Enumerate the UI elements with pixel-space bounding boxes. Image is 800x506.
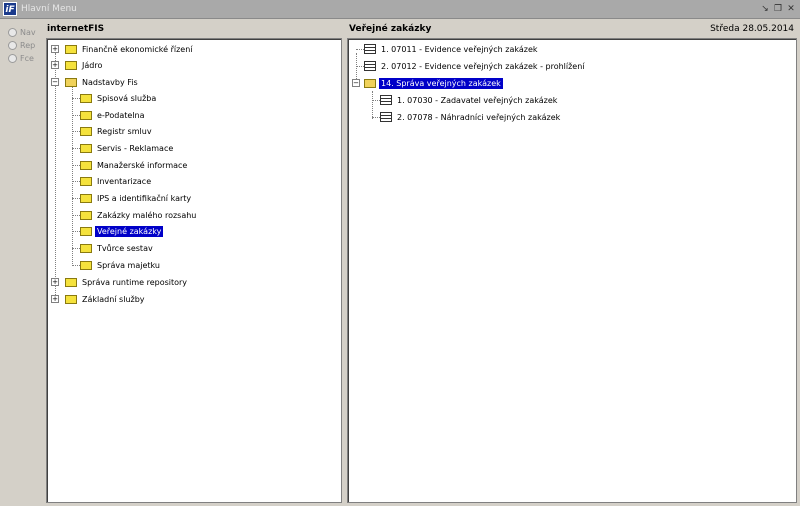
folder-icon [80,193,92,203]
tree-node[interactable]: Tvůrce sestav [80,241,155,255]
menu-item[interactable]: 2. 07078 - Náhradníci veřejných zakázek [380,110,562,124]
tree-node[interactable]: e-Podatelna [80,108,146,122]
folder-icon [80,93,92,103]
collapse-icon[interactable]: − [51,78,59,86]
tree-node[interactable]: Servis - Reklamace [80,141,175,155]
tree-node[interactable]: Jádro [65,58,104,72]
menu-item[interactable]: 1. 07030 - Zadavatel veřejných zakázek [380,93,559,107]
left-panel-title: internetFIS [47,24,105,34]
folder-icon [80,243,92,253]
folder-icon [80,176,92,186]
radio-nav[interactable]: Nav [8,26,36,39]
title-bar: iF Hlavní Menu ↘ ❐ ✕ [0,0,800,19]
expand-icon[interactable]: + [51,278,59,286]
folder-icon [65,294,77,304]
menu-item[interactable]: 2. 07012 - Evidence veřejných zakázek - … [364,59,587,73]
tree-node[interactable]: Spisová služba [80,91,158,105]
radio-fce[interactable]: Fce [8,52,36,65]
expand-icon[interactable]: + [51,295,59,303]
folder-icon [80,126,92,136]
tree-node[interactable]: Základní služby [65,292,147,306]
right-panel-title: Veřejné zakázky [349,24,432,34]
tree-node[interactable]: Správa majetku [80,258,162,272]
radio-circle-icon [8,54,17,63]
folder-icon [80,260,92,270]
menu-item[interactable]: 1. 07011 - Evidence veřejných zakázek [364,42,540,56]
app-logo-icon: iF [3,2,17,16]
window-title: Hlavní Menu [21,4,77,14]
folder-icon [80,143,92,153]
form-icon [380,95,392,105]
radio-rep[interactable]: Rep [8,39,36,52]
folder-icon [65,44,77,54]
folder-icon [80,160,92,170]
left-tree-pane[interactable]: + Finančně ekonomické řízení + Jádro − N… [46,38,342,503]
right-tree-pane[interactable]: 1. 07011 - Evidence veřejných zakázek 2.… [347,38,797,503]
folder-open-icon [65,77,77,87]
folder-icon [80,210,92,220]
view-mode-radios: Nav Rep Fce [8,26,36,65]
radio-circle-icon [8,28,17,37]
folder-icon [65,60,77,70]
radio-circle-icon [8,41,17,50]
menu-folder-selected[interactable]: 14. Správa veřejných zakázek [364,76,503,90]
tree-node[interactable]: Manažerské informace [80,158,189,172]
restore-icon[interactable]: ❐ [773,4,783,14]
form-icon [364,44,376,54]
tree-node[interactable]: Zakázky malého rozsahu [80,208,198,222]
expand-icon[interactable]: + [51,61,59,69]
tree-node[interactable]: Inventarizace [80,174,153,188]
current-date: Středa 28.05.2014 [710,24,794,34]
collapse-icon[interactable]: − [352,79,360,87]
tree-node[interactable]: Nadstavby Fis [65,75,140,89]
tree-node[interactable]: Registr smluv [80,124,154,138]
close-icon[interactable]: ✕ [786,4,796,14]
tree-node-selected[interactable]: Veřejné zakázky [80,224,164,238]
folder-icon [65,277,77,287]
tree-node[interactable]: Správa runtime repository [65,275,189,289]
form-icon [364,61,376,71]
form-icon [380,112,392,122]
folder-icon [80,110,92,120]
expand-icon[interactable]: + [51,45,59,53]
tree-node[interactable]: IPS a identifikační karty [80,191,193,205]
minimize-icon[interactable]: ↘ [760,4,770,14]
folder-open-icon [364,78,376,88]
tree-node[interactable]: Finančně ekonomické řízení [65,42,195,56]
folder-icon [80,226,92,236]
